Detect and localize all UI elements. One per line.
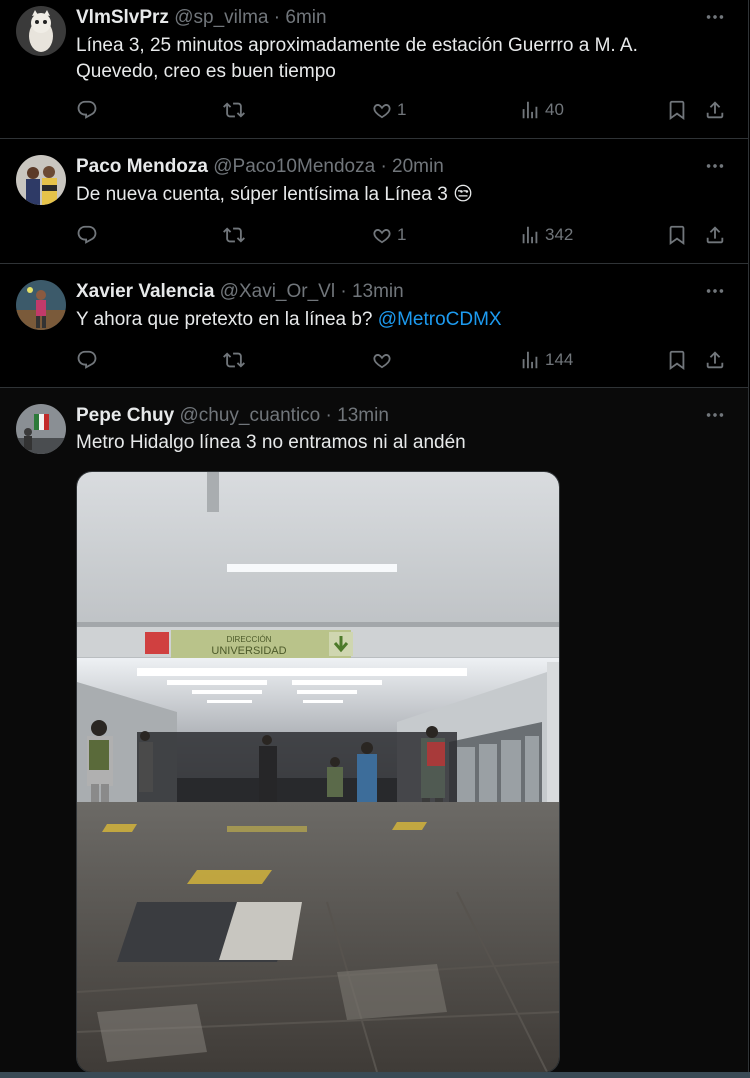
share-button[interactable] bbox=[704, 223, 726, 247]
handle[interactable]: @sp_vilma bbox=[174, 7, 268, 28]
tweet-text: Metro Hidalgo línea 3 no entramos ni al … bbox=[76, 430, 696, 456]
like-count: 1 bbox=[397, 100, 407, 119]
tweet-text-content: Línea 3, 25 minutos aproximadamente de e… bbox=[76, 35, 638, 82]
display-name[interactable]: VlmSlvPrz bbox=[76, 7, 169, 28]
heart-icon bbox=[371, 349, 393, 371]
handle[interactable]: @chuy_cuantico bbox=[179, 405, 320, 426]
tweet-photo[interactable]: DIRECCIÓN UNIVERSIDAD bbox=[76, 471, 560, 1073]
share-button[interactable] bbox=[704, 98, 726, 122]
tweet-text-content: Y ahora que pretexto en la línea b? bbox=[76, 309, 373, 330]
action-bar: 1 342 bbox=[76, 223, 736, 247]
display-name[interactable]: Paco Mendoza bbox=[76, 156, 208, 177]
sign-destination: UNIVERSIDAD bbox=[211, 645, 286, 657]
sign-direction: DIRECCIÓN bbox=[227, 635, 272, 644]
avatar[interactable] bbox=[16, 6, 66, 56]
bookmark-button[interactable] bbox=[666, 98, 688, 122]
retweet-icon bbox=[223, 224, 245, 246]
views-button[interactable]: 342 bbox=[519, 223, 573, 247]
tweet-header: VlmSlvPrz @sp_vilma · 6min bbox=[76, 7, 327, 29]
display-name[interactable]: Xavier Valencia bbox=[76, 281, 214, 302]
tweet-text: Y ahora que pretexto en la línea b? @Met… bbox=[76, 307, 696, 333]
share-icon bbox=[704, 349, 726, 371]
like-count: 1 bbox=[397, 225, 407, 244]
more-icon[interactable] bbox=[704, 280, 726, 300]
reply-button[interactable] bbox=[76, 348, 98, 372]
tweet[interactable]: Paco Mendoza @Paco10Mendoza · 20min De n… bbox=[0, 139, 748, 264]
timestamp[interactable]: · 20min bbox=[380, 156, 443, 177]
tweet-header: Pepe Chuy @chuy_cuantico · 13min bbox=[76, 405, 389, 427]
share-icon bbox=[704, 224, 726, 246]
views-button[interactable]: 144 bbox=[519, 348, 573, 372]
view-count: 40 bbox=[545, 100, 564, 119]
like-button[interactable]: 1 bbox=[371, 223, 406, 247]
retweet-button[interactable] bbox=[223, 98, 249, 122]
timestamp[interactable]: · 13min bbox=[340, 281, 403, 302]
views-icon bbox=[519, 99, 541, 121]
bookmark-icon bbox=[666, 224, 688, 246]
reply-icon bbox=[76, 99, 98, 121]
display-name[interactable]: Pepe Chuy bbox=[76, 405, 174, 426]
timeline: VlmSlvPrz @sp_vilma · 6min Línea 3, 25 m… bbox=[0, 0, 750, 1078]
handle[interactable]: @Xavi_Or_Vl bbox=[220, 281, 335, 302]
reply-icon bbox=[76, 224, 98, 246]
reply-button[interactable] bbox=[76, 223, 98, 247]
handle[interactable]: @Paco10Mendoza bbox=[213, 156, 375, 177]
tweet[interactable]: VlmSlvPrz @sp_vilma · 6min Línea 3, 25 m… bbox=[0, 0, 748, 139]
timestamp[interactable]: · 13min bbox=[326, 405, 389, 426]
tweet-text-content: De nueva cuenta, súper lentísima la Líne… bbox=[76, 184, 448, 205]
avatar[interactable] bbox=[16, 404, 66, 454]
bottom-edge bbox=[0, 1072, 750, 1078]
heart-icon bbox=[371, 224, 393, 246]
bookmark-button[interactable] bbox=[666, 348, 688, 372]
tweet-text-content: Metro Hidalgo línea 3 no entramos ni al … bbox=[76, 432, 466, 453]
share-icon bbox=[704, 99, 726, 121]
retweet-icon bbox=[223, 99, 245, 121]
tweet[interactable]: Pepe Chuy @chuy_cuantico · 13min Metro H… bbox=[0, 388, 748, 1078]
retweet-icon bbox=[223, 349, 245, 371]
more-icon[interactable] bbox=[704, 155, 726, 175]
heart-icon bbox=[371, 99, 393, 121]
more-icon[interactable] bbox=[704, 404, 726, 424]
retweet-button[interactable] bbox=[223, 348, 249, 372]
bookmark-icon bbox=[666, 99, 688, 121]
timestamp[interactable]: · 6min bbox=[274, 7, 327, 28]
views-button[interactable]: 40 bbox=[519, 98, 564, 122]
tweet-header: Paco Mendoza @Paco10Mendoza · 20min bbox=[76, 156, 444, 178]
tweet-text: Línea 3, 25 minutos aproximadamente de e… bbox=[76, 33, 696, 85]
avatar[interactable] bbox=[16, 280, 66, 330]
like-button[interactable]: 1 bbox=[371, 98, 406, 122]
avatar[interactable] bbox=[16, 155, 66, 205]
more-icon[interactable] bbox=[704, 6, 726, 26]
view-count: 144 bbox=[545, 350, 574, 369]
action-bar: 144 bbox=[76, 348, 736, 372]
tweet-text: De nueva cuenta, súper lentísima la Líne… bbox=[76, 182, 696, 208]
action-bar: 1 40 bbox=[76, 98, 736, 122]
bookmark-icon bbox=[666, 349, 688, 371]
retweet-button[interactable] bbox=[223, 223, 249, 247]
unamused-face-emoji: 😒 bbox=[453, 184, 473, 205]
share-button[interactable] bbox=[704, 348, 726, 372]
reply-button[interactable] bbox=[76, 98, 98, 122]
views-icon bbox=[519, 224, 541, 246]
view-count: 342 bbox=[545, 225, 574, 244]
tweet[interactable]: Xavier Valencia @Xavi_Or_Vl · 13min Y ah… bbox=[0, 264, 748, 388]
views-icon bbox=[519, 349, 541, 371]
tweet-header: Xavier Valencia @Xavi_Or_Vl · 13min bbox=[76, 281, 404, 303]
mention-link[interactable]: @MetroCDMX bbox=[378, 309, 502, 330]
bookmark-button[interactable] bbox=[666, 223, 688, 247]
like-button[interactable] bbox=[371, 348, 397, 372]
reply-icon bbox=[76, 349, 98, 371]
